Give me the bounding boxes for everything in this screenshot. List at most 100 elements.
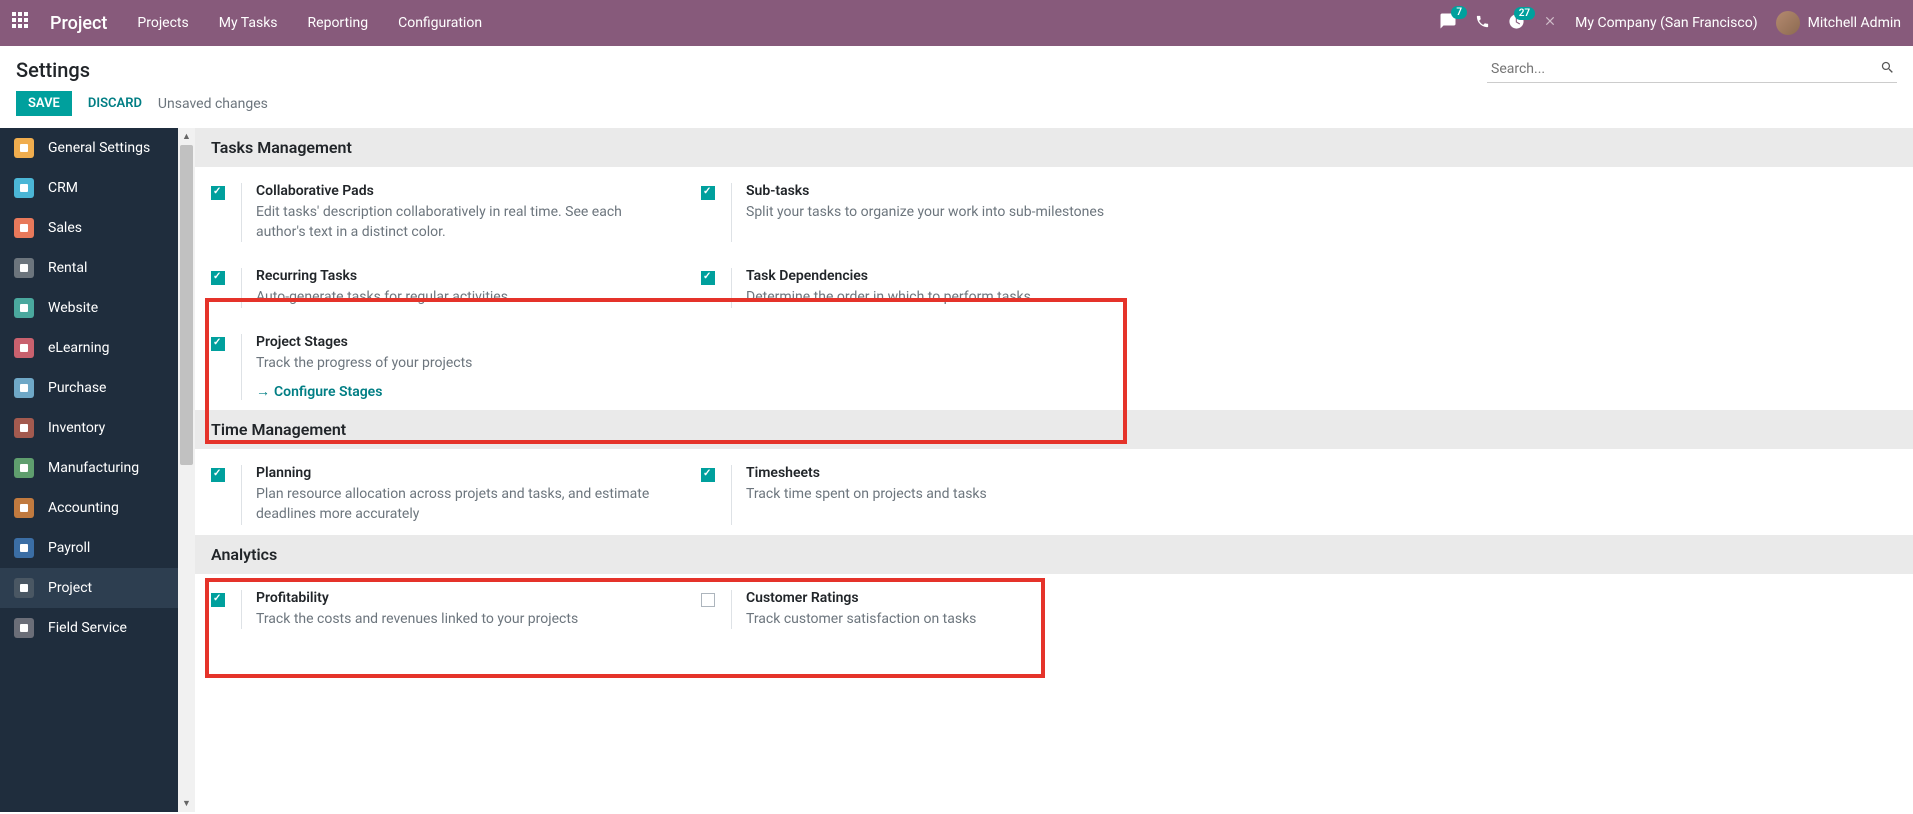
setting-planning: Planning Plan resource allocation across… [195,449,685,534]
sidebar-item-general-settings[interactable]: General Settings [0,128,178,168]
sidebar-item-field-service[interactable]: Field Service [0,608,178,648]
module-icon [14,218,34,238]
page-title: Settings [16,58,90,82]
menu-projects[interactable]: Projects [137,15,188,31]
sidebar-item-label: Rental [48,260,87,276]
sidebar-item-sales[interactable]: Sales [0,208,178,248]
section-time-header: Time Management [195,410,1913,449]
messages-badge: 7 [1451,6,1467,19]
setting-desc: Track customer satisfaction on tasks [746,610,1159,630]
avatar [1776,11,1800,35]
setting-title: Timesheets [746,465,1159,481]
sidebar-item-label: Field Service [48,620,127,636]
sidebar-item-manufacturing[interactable]: Manufacturing [0,448,178,488]
checkbox-profitability[interactable] [211,593,225,607]
sidebar-item-elearning[interactable]: eLearning [0,328,178,368]
sidebar-item-rental[interactable]: Rental [0,248,178,288]
apps-icon[interactable] [12,12,34,34]
configure-stages-link[interactable]: → Configure Stages [256,383,382,400]
sidebar-item-payroll[interactable]: Payroll [0,528,178,568]
module-icon [14,538,34,558]
arrow-right-icon: → [256,383,270,400]
search-input[interactable] [1487,56,1897,83]
settings-sidebar: General Settings CRM Sales Rental Website eLe… [0,128,178,812]
sidebar-item-accounting[interactable]: Accounting [0,488,178,528]
module-icon [14,618,34,638]
sidebar-item-label: Website [48,300,98,316]
sidebar-item-project[interactable]: Project [0,568,178,608]
main: General Settings CRM Sales Rental Website eLe… [0,128,1913,812]
checkbox-sub-tasks[interactable] [701,186,715,200]
setting-title: Project Stages [256,334,669,350]
module-icon [14,458,34,478]
setting-desc: Track the costs and revenues linked to y… [256,610,669,630]
user-menu[interactable]: Mitchell Admin [1776,11,1901,35]
setting-recurring-tasks: Recurring Tasks Auto-generate tasks for … [195,252,685,318]
sidebar-item-website[interactable]: Website [0,288,178,328]
discard-button[interactable]: DISCARD [88,96,142,111]
setting-title: Collaborative Pads [256,183,669,199]
setting-project-stages: Project Stages Track the progress of you… [195,318,685,411]
search-box [1487,56,1897,83]
setting-task-dependencies: Task Dependencies Determine the order in… [685,252,1175,318]
sidebar-item-label: Project [48,580,92,596]
module-icon [14,498,34,518]
top-nav: Project Projects My Tasks Reporting Conf… [0,0,1913,46]
setting-title: Planning [256,465,669,481]
sidebar-item-label: Inventory [48,420,105,436]
module-icon [14,378,34,398]
setting-collaborative-pads: Collaborative Pads Edit tasks' descripti… [195,167,685,252]
setting-desc: Track time spent on projects and tasks [746,485,1159,505]
company-switcher[interactable]: My Company (San Francisco) [1575,15,1757,31]
checkbox-task-dependencies[interactable] [701,271,715,285]
setting-title: Task Dependencies [746,268,1159,284]
checkbox-planning[interactable] [211,468,225,482]
setting-title: Customer Ratings [746,590,1159,606]
module-icon [14,138,34,158]
sidebar-item-purchase[interactable]: Purchase [0,368,178,408]
checkbox-customer-ratings[interactable] [701,593,715,607]
user-name: Mitchell Admin [1808,15,1901,31]
checkbox-project-stages[interactable] [211,337,225,351]
setting-desc: Auto-generate tasks for regular activiti… [256,288,669,308]
checkbox-collaborative-pads[interactable] [211,186,225,200]
settings-content: Tasks Management Collaborative Pads Edit… [195,128,1913,812]
sidebar-item-crm[interactable]: CRM [0,168,178,208]
brand[interactable]: Project [50,13,107,34]
sidebar-item-label: Accounting [48,500,119,516]
setting-timesheets: Timesheets Track time spent on projects … [685,449,1175,534]
menu-reporting[interactable]: Reporting [308,15,369,31]
status-text: Unsaved changes [158,96,268,112]
menu-my-tasks[interactable]: My Tasks [219,15,278,31]
save-button[interactable]: SAVE [16,91,72,116]
setting-desc: Edit tasks' description collaboratively … [256,203,669,242]
sidebar-item-label: General Settings [48,140,150,156]
search-icon[interactable] [1880,60,1895,79]
sidebar-item-label: Sales [48,220,82,236]
checkbox-timesheets[interactable] [701,468,715,482]
module-icon [14,258,34,278]
scrollbar-thumb[interactable] [180,145,193,465]
setting-profitability: Profitability Track the costs and revenu… [195,574,685,640]
setting-sub-tasks: Sub-tasks Split your tasks to organize y… [685,167,1175,252]
menu-configuration[interactable]: Configuration [398,15,482,31]
scrollbar[interactable]: ▲ ▼ [178,128,195,812]
setting-desc: Track the progress of your projects [256,354,669,374]
main-menu: Projects My Tasks Reporting Configuratio… [137,15,482,31]
setting-desc: Determine the order in which to perform … [746,288,1159,308]
close-tray-icon[interactable] [1543,14,1557,32]
module-icon [14,418,34,438]
module-icon [14,178,34,198]
messages-icon[interactable]: 7 [1439,12,1457,34]
checkbox-recurring-tasks[interactable] [211,271,225,285]
setting-desc: Split your tasks to organize your work i… [746,203,1159,223]
sidebar-item-inventory[interactable]: Inventory [0,408,178,448]
setting-desc: Plan resource allocation across projets … [256,485,669,524]
module-icon [14,338,34,358]
sidebar-item-label: eLearning [48,340,109,356]
activities-badge: 27 [1514,7,1535,20]
setting-title: Recurring Tasks [256,268,669,284]
activities-icon[interactable]: 27 [1508,13,1525,34]
sidebar-item-label: Purchase [48,380,106,396]
phone-icon[interactable] [1475,14,1490,33]
